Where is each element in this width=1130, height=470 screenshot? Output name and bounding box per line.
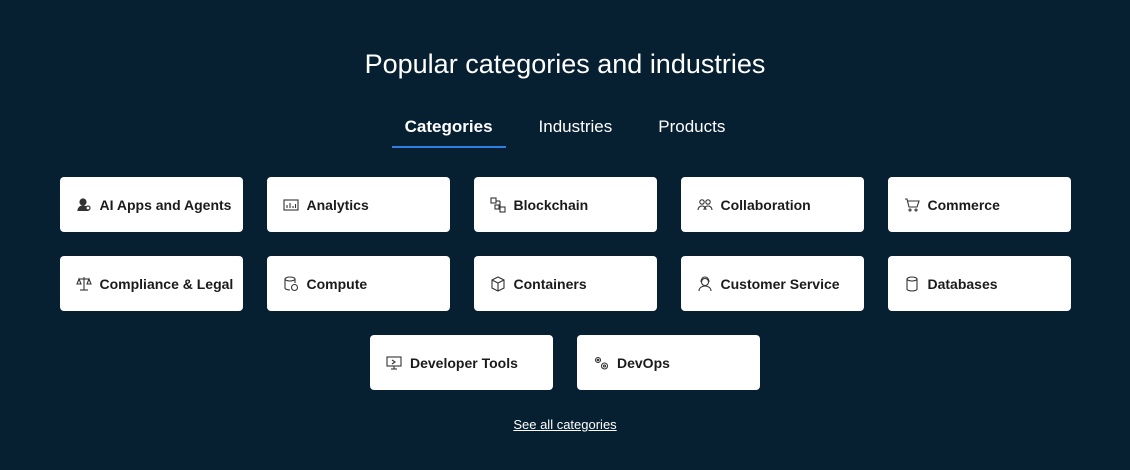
scales-icon xyxy=(75,275,93,293)
shopping-cart-icon xyxy=(903,196,921,214)
tab-products[interactable]: Products xyxy=(645,110,738,148)
category-card-blockchain[interactable]: Blockchain xyxy=(473,177,657,232)
category-card-analytics[interactable]: Analytics xyxy=(266,177,450,232)
categories-row-2: Compliance & Legal Compute Containers Cu… xyxy=(0,256,1130,311)
ai-agent-icon xyxy=(75,196,93,214)
category-label: AI Apps and Agents xyxy=(99,196,232,213)
category-tabs: Categories Industries Products xyxy=(0,110,1130,148)
category-label: Containers xyxy=(513,275,587,292)
category-card-collaboration[interactable]: Collaboration xyxy=(680,177,864,232)
category-card-developer-tools[interactable]: Developer Tools xyxy=(370,335,553,390)
section-title: Popular categories and industries xyxy=(364,49,766,79)
customer-service-icon xyxy=(696,275,714,293)
categories-row-3: Developer Tools DevOps xyxy=(0,335,1130,390)
category-label: Analytics xyxy=(306,196,369,213)
container-cube-icon xyxy=(489,275,507,293)
developer-tools-icon xyxy=(385,354,403,372)
categories-row-1: AI Apps and Agents Analytics Blockchain … xyxy=(0,177,1130,232)
category-card-commerce[interactable]: Commerce xyxy=(887,177,1071,232)
gears-icon xyxy=(592,354,610,372)
analytics-chart-icon xyxy=(282,196,300,214)
category-card-containers[interactable]: Containers xyxy=(473,256,657,311)
collaboration-icon xyxy=(696,196,714,214)
category-card-compute[interactable]: Compute xyxy=(266,256,450,311)
see-all-categories-link[interactable]: See all categories xyxy=(513,417,616,432)
tab-industries[interactable]: Industries xyxy=(526,110,626,148)
category-card-devops[interactable]: DevOps xyxy=(577,335,760,390)
category-card-customer-service[interactable]: Customer Service xyxy=(680,256,864,311)
category-card-ai-apps[interactable]: AI Apps and Agents xyxy=(59,177,243,232)
category-card-databases[interactable]: Databases xyxy=(887,256,1071,311)
tab-categories[interactable]: Categories xyxy=(391,110,506,148)
blockchain-icon xyxy=(489,196,507,214)
category-label: Compute xyxy=(306,275,368,292)
compute-icon xyxy=(282,275,300,293)
category-label: Commerce xyxy=(927,196,1000,213)
category-label: Collaboration xyxy=(720,196,811,213)
category-label: Blockchain xyxy=(513,196,589,213)
category-label: Developer Tools xyxy=(410,354,518,371)
category-label: DevOps xyxy=(617,354,670,371)
category-card-compliance[interactable]: Compliance & Legal xyxy=(59,256,243,311)
category-label: Databases xyxy=(927,275,998,292)
category-label: Customer Service xyxy=(720,275,840,292)
category-label: Compliance & Legal xyxy=(99,275,234,292)
see-all-container: See all categories xyxy=(0,416,1130,434)
database-icon xyxy=(903,275,921,293)
